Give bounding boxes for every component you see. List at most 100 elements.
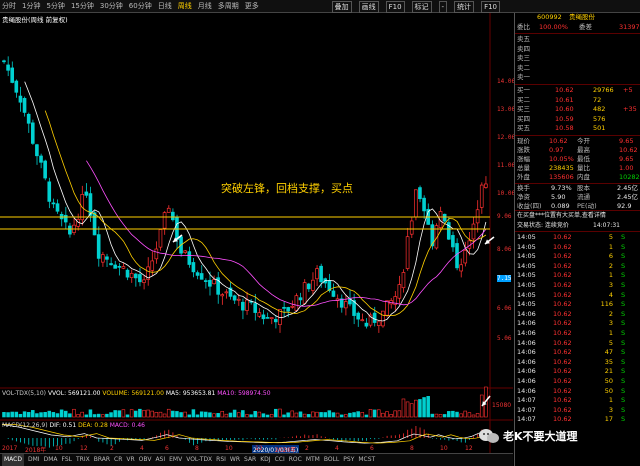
candle [113, 264, 117, 269]
volume-bar [191, 409, 196, 418]
notice-text: 在买盘***位置有大买单,查看详情 [517, 212, 606, 219]
candle [96, 234, 101, 259]
buy-level-row[interactable]: 买一 10.62 29766 +5 [515, 86, 640, 95]
volume-bar [339, 414, 344, 418]
trade-status-row: 交易状态: 连续竞价 14:07:31 [515, 221, 640, 230]
buy-level-row[interactable]: 买四 10.59 576 [515, 115, 640, 124]
finance-stat-row: 换手 9.73% 股本 2.45亿 [515, 184, 640, 193]
candle [63, 214, 68, 223]
indicator-tab[interactable]: VR [126, 454, 134, 466]
period-tab[interactable]: 月线 [198, 1, 212, 11]
period-tab[interactable]: 分时 [2, 1, 16, 11]
tick-row: 14:05 10.62 4 S [515, 291, 640, 300]
period-tab[interactable]: 日线 [158, 1, 172, 11]
indicator-tab[interactable]: MCST [358, 454, 375, 466]
indicator-tab[interactable]: DMI [28, 454, 40, 466]
indicator-tab[interactable]: EMV [169, 454, 182, 466]
stat-value: 9.65 [619, 137, 634, 145]
tool-button[interactable]: 标记 [411, 1, 432, 13]
volume-bar [360, 412, 365, 418]
indicator-tab[interactable]: TRIX [76, 454, 90, 466]
volume-bar [471, 414, 476, 418]
indicator-tab[interactable]: RSI [216, 454, 226, 466]
buy-level-row[interactable]: 买三 10.60 482 +35 [515, 105, 640, 114]
volume-bar [422, 397, 426, 418]
period-tab[interactable]: 5分钟 [46, 1, 64, 11]
indicator-tab[interactable]: CR [114, 454, 122, 466]
tick-time: 14:07 [517, 405, 536, 414]
tick-time: 14:07 [517, 415, 536, 424]
buy-level-price: 10.58 [555, 124, 574, 132]
kline-chart-svg[interactable] [0, 13, 513, 453]
indicator-tab[interactable]: ASI [155, 454, 165, 466]
volume-bar [146, 409, 150, 418]
candle [129, 273, 134, 278]
candle [35, 144, 39, 157]
stat-label: 流通 [577, 193, 590, 201]
buy-level-row[interactable]: 买二 10.61 72 [515, 96, 640, 105]
volume-bar [261, 413, 266, 418]
indicator-tab[interactable]: WR [230, 454, 240, 466]
indicator-tab[interactable]: VOL-TDX [186, 454, 212, 466]
indicator-tab[interactable]: MACD [2, 454, 24, 466]
volume-bar [125, 414, 130, 418]
period-tab[interactable]: 周线 [178, 1, 192, 11]
volume-bar [220, 410, 225, 418]
indicator-tab[interactable]: FSL [61, 454, 72, 466]
indicator-tab[interactable]: SAR [244, 454, 256, 466]
volume-bar [352, 412, 356, 418]
candle [290, 305, 295, 308]
candle [257, 312, 262, 317]
volume-bar [245, 414, 249, 418]
tick-volume: 5 [608, 233, 613, 241]
tool-button[interactable]: 叠加 [331, 1, 352, 13]
tick-volume: 3 [608, 281, 613, 289]
indicator-tab[interactable]: CCI [275, 454, 285, 466]
candle [39, 155, 43, 163]
indicator-tab[interactable]: BRAR [94, 454, 110, 466]
indicator-tab[interactable]: PSY [343, 454, 354, 466]
kline-chart-area[interactable]: 贵绳股份(周线 前复权) 突破左锋，回档支撑，买点 14.06 13.06 12.0… [0, 13, 516, 454]
buy-level-row[interactable]: 买五 10.58 501 [515, 124, 640, 133]
indicator-tab[interactable]: ROC [289, 454, 302, 466]
quote-stat-row: 涨跌 0.97 最高 10.62 [515, 146, 640, 155]
volume-bar [101, 414, 105, 418]
tool-button[interactable]: F10 [481, 1, 500, 13]
period-tab[interactable]: 30分钟 [100, 1, 123, 11]
indicator-tab[interactable]: MTM [306, 454, 320, 466]
volume-bar [113, 410, 117, 418]
tick-volume: 3 [608, 405, 613, 414]
period-tab[interactable]: 60分钟 [129, 1, 152, 11]
big-order-notice[interactable]: 在买盘***位置有大买单,查看详情 [515, 211, 640, 220]
tool-button[interactable]: 画线 [358, 1, 379, 13]
tick-time: 14:05 [517, 290, 536, 299]
buy-level-volume: 482 [593, 105, 606, 113]
tool-button[interactable]: - [438, 1, 448, 13]
period-tab[interactable]: 1分钟 [22, 1, 40, 11]
period-tab[interactable]: 多周期 [218, 1, 239, 11]
buy-level-label: 买五 [517, 124, 530, 132]
candle [150, 260, 155, 271]
candle [372, 312, 377, 323]
tool-button[interactable]: 统计 [454, 1, 475, 13]
candle [138, 274, 142, 283]
indicator-tab[interactable]: KDJ [260, 454, 270, 466]
tick-row: 14:06 10.62 3 S [515, 319, 640, 328]
volume-bar [278, 408, 282, 418]
price-tick-label: 14.06 [497, 78, 516, 85]
tool-button[interactable]: F10 [385, 1, 405, 13]
indicator-tab[interactable]: OBV [139, 454, 152, 466]
period-tab[interactable]: 更多 [245, 1, 259, 11]
indicator-tab[interactable]: DMA [44, 454, 58, 466]
period-toolbar: 分时 1分钟 5分钟 15分钟 30分钟 60分钟 日线 周线 月线 多周期 更多 叠加 画线 F10 标… [0, 0, 640, 13]
tick-time: 14:05 [517, 300, 536, 309]
candle [245, 299, 249, 311]
tick-time: 14:06 [517, 329, 536, 337]
tick-row: 14:06 10.62 1 S [515, 329, 640, 338]
tick-price: 10.62 [553, 300, 572, 309]
indicator-tab[interactable]: BOLL [324, 454, 339, 466]
tick-price: 10.62 [553, 309, 572, 318]
period-tab[interactable]: 15分钟 [71, 1, 94, 11]
volume-bar [265, 414, 270, 418]
buy-level-change: +35 [623, 105, 637, 113]
